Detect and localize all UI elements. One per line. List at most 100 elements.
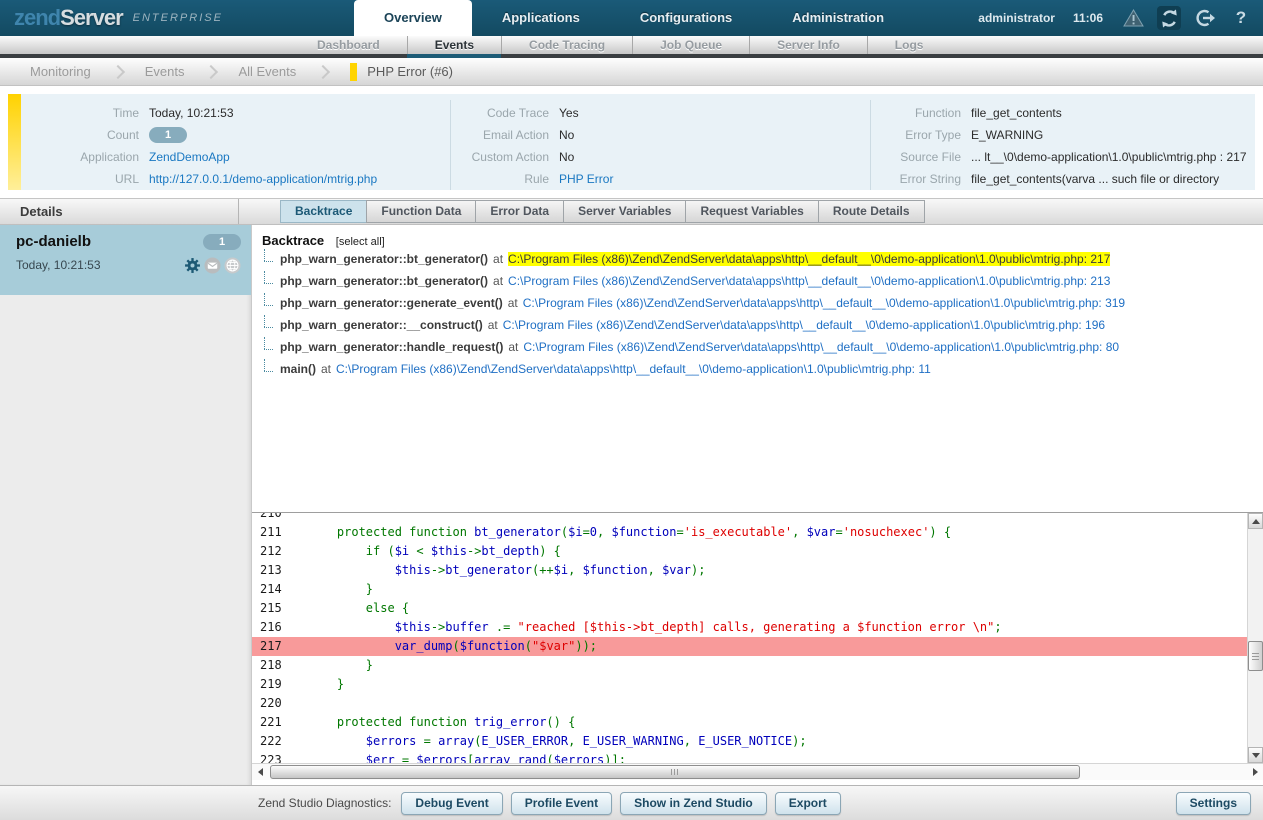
diagnostics-label: Zend Studio Diagnostics: — [258, 796, 391, 810]
info-group-general: TimeToday, 10:21:53Count1ApplicationZend… — [8, 100, 450, 190]
gear-icon[interactable] — [183, 256, 201, 274]
backtrace-file-link[interactable]: C:\Program Files (x86)\Zend\ZendServer\d… — [523, 296, 1125, 310]
backtrace-file-link[interactable]: C:\Program Files (x86)\Zend\ZendServer\d… — [508, 252, 1110, 266]
mail-icon[interactable] — [203, 256, 221, 274]
logout-icon[interactable] — [1193, 6, 1217, 30]
breadcrumb: Monitoring Events All Events PHP Error (#6) — [0, 58, 1263, 86]
subnav-tab-dashboard[interactable]: Dashboard — [290, 36, 407, 54]
subnav-tab-job-queue[interactable]: Job Queue — [632, 36, 749, 54]
code-line: 221 protected function trig_error() { — [252, 713, 1247, 732]
backtrace-file-link[interactable]: C:\Program Files (x86)\Zend\ZendServer\d… — [523, 340, 1119, 354]
breadcrumb-item-events[interactable]: Events — [145, 64, 185, 79]
diagnostics-buttons: Debug Event Profile Event Show in Zend Stu… — [401, 792, 848, 815]
vertical-scroll-thumb[interactable] — [1248, 641, 1263, 671]
info-label: Count — [21, 128, 139, 142]
breadcrumb-current: PHP Error (#6) — [350, 63, 453, 81]
subnav-tab-logs[interactable]: Logs — [867, 36, 951, 54]
code-text: var_dump($function("$var")); — [308, 637, 597, 656]
scroll-right-button[interactable] — [1247, 764, 1263, 780]
backtrace-entry: php_warn_generator::handle_request() at C:… — [262, 336, 1263, 358]
line-number: 214 — [252, 580, 308, 599]
info-value-link[interactable]: PHP Error — [559, 172, 613, 186]
refresh-icon[interactable] — [1157, 6, 1181, 30]
info-group-error: Functionfile_get_contentsError TypeE_WAR… — [870, 100, 1255, 190]
code-line: 220 — [252, 694, 1247, 713]
topbar-right: administrator 11:06 ? — [978, 0, 1253, 36]
event-list-item[interactable]: pc-danielb 1 Today, 10:21:53 — [0, 225, 251, 295]
main-tab-administration[interactable]: Administration — [762, 0, 914, 36]
vertical-scrollbar[interactable] — [1247, 513, 1263, 763]
details-divider — [238, 199, 239, 224]
backtrace-file-link[interactable]: C:\Program Files (x86)\Zend\ZendServer\d… — [508, 274, 1110, 288]
details-header: Details BacktraceFunction DataError Data… — [0, 198, 1263, 225]
subnav-tab-server-info[interactable]: Server Info — [749, 36, 867, 54]
info-value-link[interactable]: ZendDemoApp — [149, 150, 230, 164]
backtrace-at-word: at — [508, 340, 518, 354]
backtrace-file-link[interactable]: C:\Program Files (x86)\Zend\ZendServer\d… — [336, 362, 931, 376]
subnav-tab-code-tracing[interactable]: Code Tracing — [501, 36, 632, 54]
profile-event-button[interactable]: Profile Event — [511, 792, 612, 815]
info-value-link[interactable]: http://127.0.0.1/demo-application/mtrig.… — [149, 172, 377, 186]
events-sidebar: pc-danielb 1 Today, 10:21:53 — [0, 225, 252, 785]
code-line: 217 var_dump($function("$var")); — [252, 637, 1247, 656]
question-mark-glyph: ? — [1236, 8, 1246, 28]
info-label: Email Action — [451, 128, 549, 142]
horizontal-scroll-thumb[interactable] — [270, 765, 1080, 779]
backtrace-file-link[interactable]: C:\Program Files (x86)\Zend\ZendServer\d… — [503, 318, 1105, 332]
main-nav-tabs: OverviewApplicationsConfigurationsAdmini… — [354, 0, 914, 36]
backtrace-panel: Backtrace [select all] php_warn_generato… — [252, 225, 1263, 512]
debug-event-button[interactable]: Debug Event — [401, 792, 502, 815]
line-number: 220 — [252, 694, 308, 713]
info-row-source-file: Source File... lt__\0\demo-application\1… — [871, 146, 1255, 168]
left-arrow-icon — [258, 768, 263, 776]
line-number: 218 — [252, 656, 308, 675]
backtrace-entry: php_warn_generator::bt_generator()atC:\P… — [262, 270, 1263, 292]
scroll-left-button[interactable] — [252, 764, 268, 780]
info-value: No — [559, 128, 574, 142]
code-text: } — [308, 675, 344, 694]
horizontal-scrollbar[interactable] — [252, 763, 1263, 780]
detail-tab-backtrace[interactable]: Backtrace — [280, 200, 367, 223]
detail-tab-server-variables[interactable]: Server Variables — [563, 200, 686, 223]
tree-branch-icon — [264, 359, 276, 375]
severity-accent-bar — [8, 94, 21, 190]
code-text: if ($i < $this->bt_depth) { — [308, 542, 561, 561]
backtrace-entry: php_warn_generator::generate_event()atC:… — [262, 292, 1263, 314]
breadcrumb-item-monitoring[interactable]: Monitoring — [30, 64, 91, 79]
code-line: 218 } — [252, 656, 1247, 675]
export-button[interactable]: Export — [775, 792, 841, 815]
scroll-up-button[interactable] — [1248, 513, 1263, 529]
code-line: 210 — [252, 513, 1247, 523]
code-line: 223 $err = $errors[array_rand($errors)]; — [252, 751, 1247, 763]
detail-tab-error-data[interactable]: Error Data — [475, 200, 564, 223]
scroll-down-button[interactable] — [1248, 747, 1263, 763]
info-value: E_WARNING — [971, 128, 1043, 142]
event-item-icons — [183, 256, 241, 274]
detail-tab-function-data[interactable]: Function Data — [366, 200, 476, 223]
help-icon[interactable]: ? — [1229, 6, 1253, 30]
subnav-tab-events[interactable]: Events — [407, 36, 501, 54]
info-row-application: ApplicationZendDemoApp — [21, 146, 450, 168]
detail-tab-route-details[interactable]: Route Details — [818, 200, 925, 223]
diagnostics-footer: Zend Studio Diagnostics: Debug Event Prof… — [0, 785, 1263, 820]
clock-label: 11:06 — [1073, 11, 1103, 25]
topbar-icons: ? — [1121, 6, 1253, 30]
detail-tab-request-variables[interactable]: Request Variables — [685, 200, 818, 223]
main-tab-overview[interactable]: Overview — [354, 0, 472, 36]
backtrace-entry: main()atC:\Program Files (x86)\Zend\Zend… — [262, 358, 1263, 380]
code-line: 214 } — [252, 580, 1247, 599]
settings-button[interactable]: Settings — [1176, 792, 1251, 815]
main-tab-configurations[interactable]: Configurations — [610, 0, 762, 36]
info-row-function: Functionfile_get_contents — [871, 102, 1255, 124]
info-label: Code Trace — [451, 106, 549, 120]
right-arrow-icon — [1253, 768, 1258, 776]
globe-icon[interactable] — [223, 256, 241, 274]
tree-branch-icon — [264, 337, 276, 353]
main-tab-applications[interactable]: Applications — [472, 0, 610, 36]
breadcrumb-item-all-events[interactable]: All Events — [238, 64, 296, 79]
show-in-zend-studio-button[interactable]: Show in Zend Studio — [620, 792, 767, 815]
backtrace-function: php_warn_generator::handle_request() — [280, 340, 503, 354]
alert-icon[interactable] — [1121, 6, 1145, 30]
select-all-link[interactable]: [select all] — [336, 236, 385, 248]
code-line: 212 if ($i < $this->bt_depth) { — [252, 542, 1247, 561]
